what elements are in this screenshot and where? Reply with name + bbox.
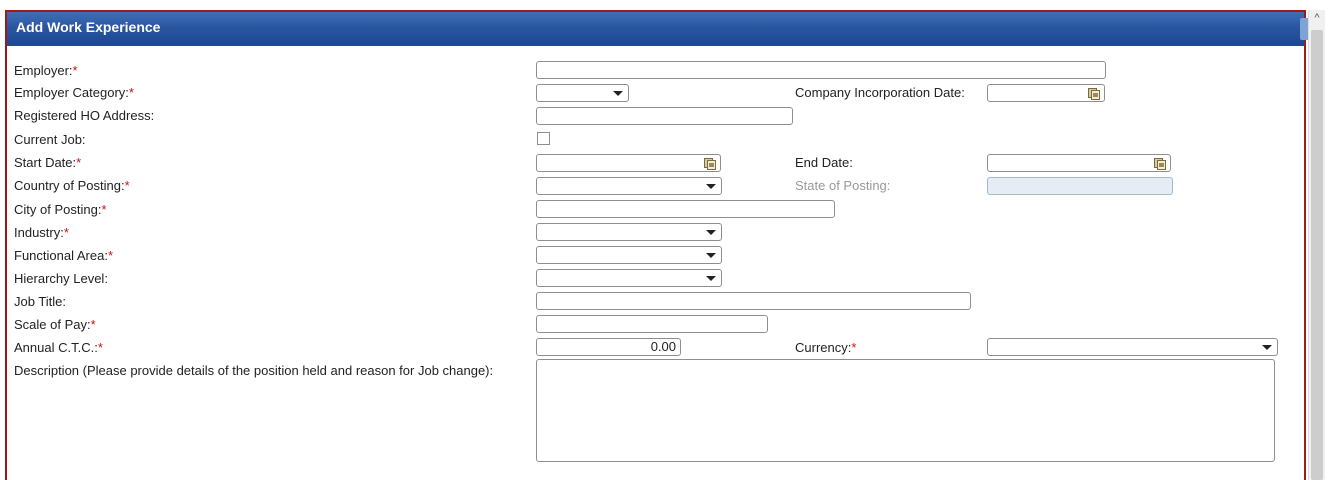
- collapse-button[interactable]: [1300, 18, 1308, 40]
- registered-ho-address-field[interactable]: [536, 107, 793, 125]
- job-title-field[interactable]: [536, 292, 971, 310]
- registered-ho-address-label: Registered HO Address:: [14, 108, 155, 123]
- chevron-down-icon: [706, 253, 716, 258]
- end-date-label: End Date:: [795, 155, 853, 170]
- chevron-down-icon: [613, 91, 623, 96]
- hierarchy-level-label: Hierarchy Level:: [14, 271, 108, 286]
- end-date-field[interactable]: [987, 154, 1171, 172]
- job-title-label: Job Title:: [14, 294, 67, 309]
- industry-label: Industry:*: [14, 225, 69, 240]
- functional-area-label: Functional Area:*: [14, 248, 114, 263]
- required-marker: *: [851, 340, 857, 355]
- employer-category-select[interactable]: [536, 84, 629, 102]
- panel-title: Add Work Experience: [16, 19, 161, 35]
- currency-select[interactable]: [987, 338, 1278, 356]
- city-of-posting-field[interactable]: [536, 200, 835, 218]
- employer-category-label: Employer Category:*: [14, 85, 134, 100]
- calendar-icon[interactable]: [1154, 157, 1166, 170]
- chevron-down-icon: [706, 276, 716, 281]
- current-job-label: Current Job:: [14, 132, 86, 147]
- state-of-posting-field: [987, 177, 1173, 195]
- employer-label: Employer:*: [14, 63, 78, 78]
- required-marker: *: [101, 202, 107, 217]
- functional-area-select[interactable]: [536, 246, 722, 264]
- required-marker: *: [124, 178, 130, 193]
- chevron-down-icon: [1262, 345, 1272, 350]
- chevron-down-icon: [706, 184, 716, 189]
- required-marker: *: [76, 155, 82, 170]
- scale-of-pay-label: Scale of Pay:*: [14, 317, 96, 332]
- industry-select[interactable]: [536, 223, 722, 241]
- state-of-posting-label: State of Posting:: [795, 178, 891, 193]
- required-marker: *: [128, 85, 134, 100]
- panel-header: Add Work Experience: [7, 12, 1304, 46]
- required-marker: *: [107, 248, 114, 263]
- employer-field[interactable]: [536, 61, 1106, 79]
- company-incorporation-date-field[interactable]: [987, 84, 1105, 102]
- currency-label: Currency:*: [795, 340, 857, 355]
- calendar-icon[interactable]: [704, 157, 716, 170]
- description-textarea[interactable]: [536, 359, 1275, 462]
- annual-ctc-field[interactable]: 0.00: [536, 338, 681, 356]
- start-date-label: Start Date:*: [14, 155, 82, 170]
- start-date-field[interactable]: [536, 154, 721, 172]
- current-job-checkbox[interactable]: [537, 132, 550, 145]
- scrollbar-thumb[interactable]: [1311, 30, 1323, 480]
- description-label: Description (Please provide details of t…: [14, 363, 494, 378]
- required-marker: *: [72, 63, 78, 78]
- scale-of-pay-field[interactable]: [536, 315, 768, 333]
- hierarchy-level-select[interactable]: [536, 269, 722, 287]
- required-marker: *: [97, 340, 103, 355]
- chevron-down-icon: [706, 230, 716, 235]
- company-incorporation-date-label: Company Incorporation Date:: [795, 85, 965, 100]
- annual-ctc-label: Annual C.T.C.:*: [14, 340, 103, 355]
- city-of-posting-label: City of Posting:*: [14, 202, 107, 217]
- required-marker: *: [63, 225, 69, 240]
- country-of-posting-select[interactable]: [536, 177, 722, 195]
- country-of-posting-label: Country of Posting:*: [14, 178, 130, 193]
- calendar-icon[interactable]: [1088, 87, 1100, 100]
- scroll-up-arrow-icon[interactable]: ^: [1309, 10, 1325, 26]
- vertical-scrollbar[interactable]: ^: [1308, 10, 1325, 480]
- required-marker: *: [90, 317, 96, 332]
